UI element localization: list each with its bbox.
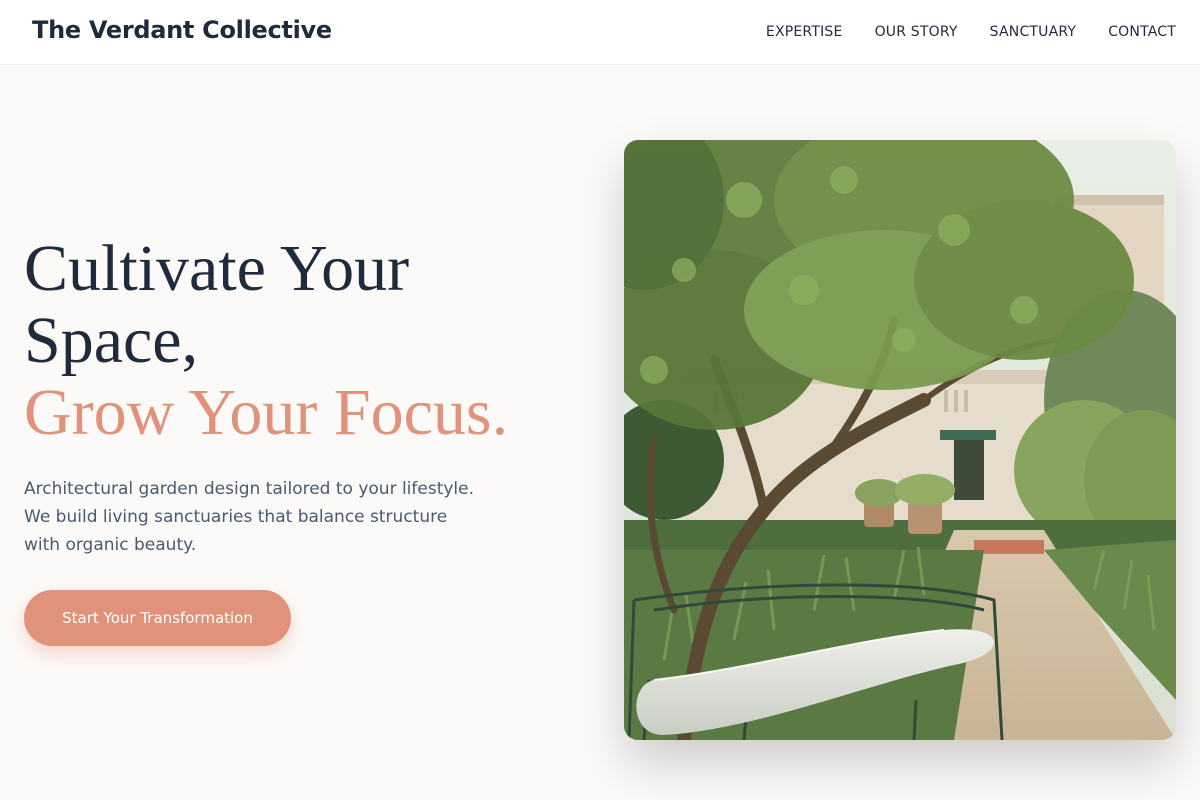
nav-link-contact[interactable]: CONTACT [1108, 24, 1176, 40]
hero-title-line-1: Cultivate Your [24, 232, 410, 305]
site-header: The Verdant Collective EXPERTISE OUR STO… [0, 0, 1200, 65]
main-nav: EXPERTISE OUR STORY SANCTUARY CONTACT [766, 24, 1176, 40]
nav-link-expertise[interactable]: EXPERTISE [766, 24, 843, 40]
hero-title-line-2: Space, [24, 304, 199, 377]
start-transformation-button[interactable]: Start Your Transformation [24, 590, 291, 646]
hero-title-accent: Grow Your Focus. [24, 376, 509, 449]
brand-logo[interactable]: The Verdant Collective [32, 16, 332, 44]
hero-title: Cultivate Your Space, Grow Your Focus. [24, 233, 584, 449]
hero-garden-image [624, 140, 1176, 740]
hero-section: Cultivate Your Space, Grow Your Focus. A… [24, 233, 584, 559]
hero-description: Architectural garden design tailored to … [24, 479, 475, 555]
nav-link-sanctuary[interactable]: SANCTUARY [990, 24, 1077, 40]
nav-link-our-story[interactable]: OUR STORY [875, 24, 958, 40]
garden-illustration [624, 140, 1176, 740]
